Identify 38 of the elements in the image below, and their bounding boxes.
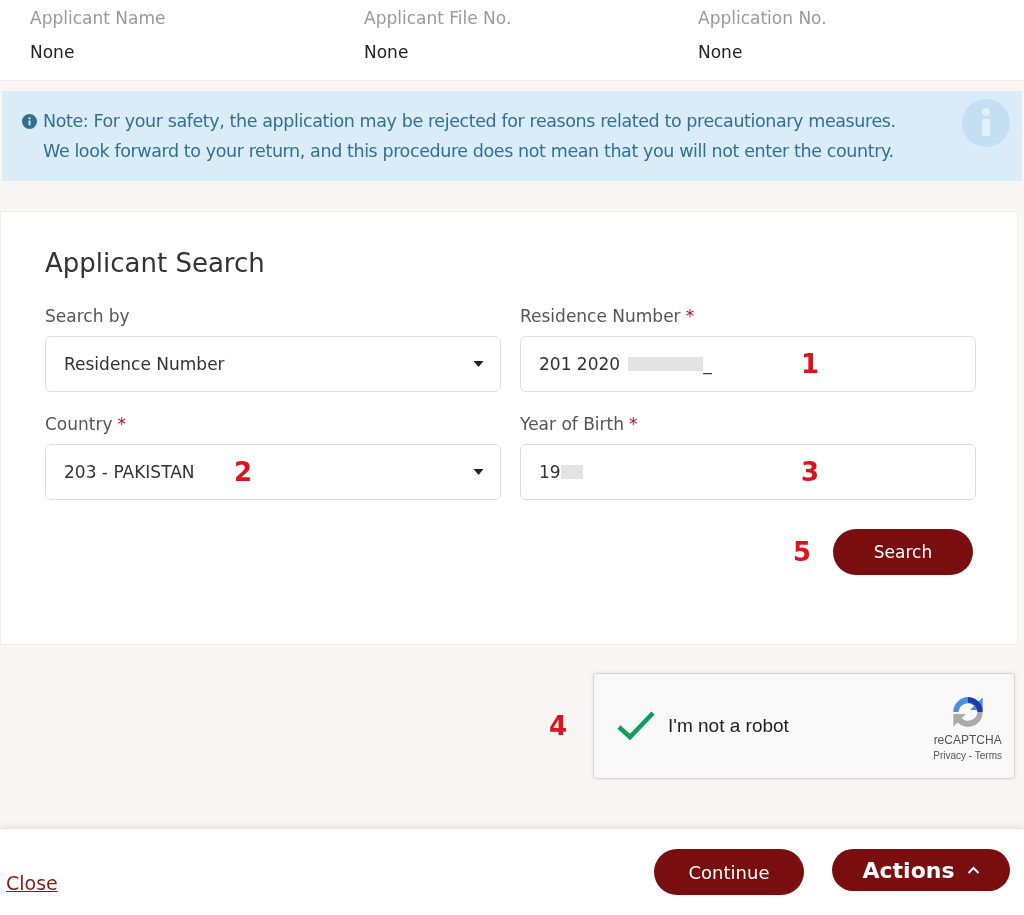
summary-value: None xyxy=(30,42,76,62)
select-field[interactable]: 203 - PAKISTAN 2 xyxy=(45,444,501,500)
input-field[interactable]: 19 3 xyxy=(520,444,976,500)
summary-value: None xyxy=(364,42,410,62)
required-mark: * xyxy=(629,414,638,434)
info-icon xyxy=(962,99,1010,147)
continue-button[interactable]: Continue xyxy=(654,849,804,895)
field-label: Residence Number xyxy=(520,306,681,326)
card-title: Applicant Search xyxy=(45,248,266,278)
field-label: Country xyxy=(45,414,113,434)
annotation-number: 5 xyxy=(792,537,811,567)
captcha-brand: reCAPTCHA xyxy=(933,733,1002,747)
note-text: We look forward to your return, and this procedure does not mean that you will not enter the country. xyxy=(43,140,894,163)
field-label: Year of Birth xyxy=(520,414,624,434)
input-field[interactable]: 201 2020 _ 1 xyxy=(520,336,976,392)
required-mark: * xyxy=(685,306,695,326)
chevron-up-icon xyxy=(966,866,980,874)
annotation-number: 2 xyxy=(234,457,253,487)
required-mark: * xyxy=(117,414,127,434)
info-icon xyxy=(22,113,37,129)
caret-icon xyxy=(473,361,484,367)
summary-label: Applicant File No. xyxy=(364,8,513,28)
annotation-number: 1 xyxy=(801,349,820,379)
select-field[interactable]: Residence Number xyxy=(45,336,501,392)
actions-button[interactable]: Actions xyxy=(832,849,1010,891)
note-text: Note: For your safety, the application may be rejected for reasons related to precautionary measures. xyxy=(43,110,896,133)
annotation-number: 3 xyxy=(801,457,820,487)
close-link[interactable]: Close xyxy=(6,872,58,894)
summary-value: None xyxy=(698,42,744,62)
summary-label: Application No. xyxy=(698,8,828,28)
captcha-label: I'm not a robot xyxy=(668,715,790,737)
captcha-links[interactable]: Privacy - Terms xyxy=(933,750,1002,761)
caret-icon xyxy=(473,469,484,475)
field-label: Search by xyxy=(45,306,130,326)
summary-label: Applicant Name xyxy=(30,8,167,28)
annotation-number: 4 xyxy=(548,711,567,741)
checkmark-icon[interactable] xyxy=(616,710,656,742)
search-button[interactable]: Search xyxy=(833,529,973,575)
